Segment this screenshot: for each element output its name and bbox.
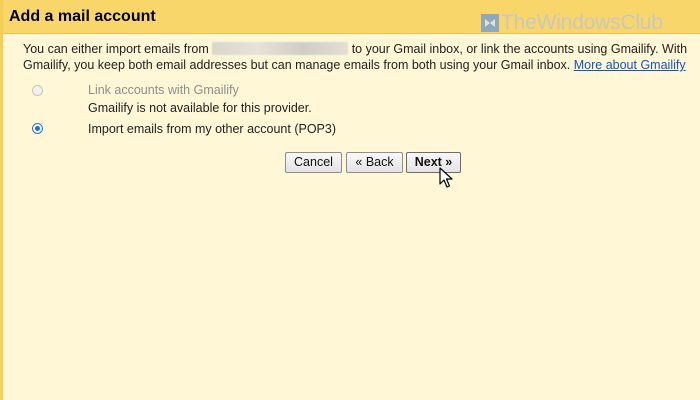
description-gmailify-text: Gmailify, you keep both email addresses … (23, 58, 571, 72)
dialog-title: Add a mail account (9, 8, 156, 25)
description-line-2: Gmailify, you keep both email addresses … (23, 57, 700, 73)
description-line-1: You can either import emails from to you… (23, 41, 700, 57)
add-mail-account-dialog: Add a mail account TheWindowsClub You ca… (0, 0, 700, 400)
more-about-gmailify-link[interactable]: More about Gmailify (574, 58, 686, 72)
back-button[interactable]: « Back (346, 152, 403, 173)
pop3-option-label[interactable]: Import emails from my other account (POP… (88, 122, 336, 136)
watermark-text: TheWindowsClub (501, 11, 663, 34)
description-text: You can either import emails from to you… (23, 41, 700, 73)
mouse-pointer-icon (439, 167, 453, 188)
gmailify-radio (32, 85, 43, 96)
description-after-email: to your Gmail inbox, or link the account… (351, 42, 688, 56)
gmailify-option-label: Link accounts with Gmailify (88, 83, 239, 97)
watermark: TheWindowsClub (481, 11, 663, 35)
gmailify-unavailable-note: Gmailify is not available for this provi… (88, 101, 312, 115)
cancel-button[interactable]: Cancel (285, 152, 342, 173)
description-before-email: You can either import emails from (23, 42, 209, 56)
windows-club-logo-icon (481, 14, 499, 32)
blurred-email-address (212, 42, 349, 55)
pop3-radio[interactable] (32, 123, 43, 134)
dialog-header: Add a mail account TheWindowsClub (3, 0, 700, 34)
